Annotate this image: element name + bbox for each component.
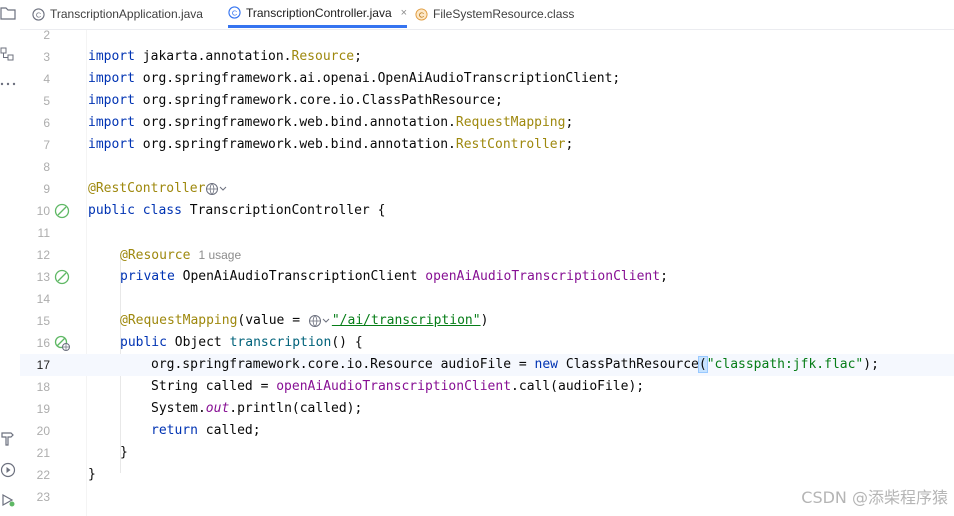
line-number: 20 xyxy=(36,424,50,438)
tab-label: TranscriptionApplication.java xyxy=(50,7,203,21)
code-line[interactable]: 19 System.out.println(called); xyxy=(20,398,954,420)
svg-text:C: C xyxy=(36,10,42,19)
code-editor[interactable]: 2 3 import jakarta.annotation.Resource; … xyxy=(20,28,954,516)
code-text: @RestController xyxy=(88,178,229,200)
code-line[interactable]: 7 import org.springframework.web.bind.an… xyxy=(20,134,954,156)
code-line[interactable]: 14 xyxy=(20,288,954,310)
line-number: 21 xyxy=(36,446,50,460)
code-line[interactable]: 8 xyxy=(20,156,954,178)
code-text: System.out.println(called); xyxy=(151,401,363,416)
line-number: 22 xyxy=(36,468,50,482)
line-number: 12 xyxy=(36,248,50,262)
line-number: 8 xyxy=(43,160,50,174)
svg-text:C: C xyxy=(232,8,238,17)
line-number: 16 xyxy=(36,336,50,350)
line-number: 15 xyxy=(36,314,50,328)
line-number: 9 xyxy=(43,182,50,196)
more-tools-icon[interactable] xyxy=(0,76,16,92)
watermark: CSDN @添柴程序猿 xyxy=(801,488,948,507)
line-number: 17 xyxy=(36,358,50,372)
line-number: 7 xyxy=(43,138,50,152)
code-line[interactable]: 18 String called = openAiAudioTranscript… xyxy=(20,376,954,398)
class-file-icon: C xyxy=(415,7,428,21)
code-text: return called; xyxy=(151,423,261,438)
spring-bean-gutter-icon[interactable] xyxy=(54,203,70,219)
code-line-current[interactable]: 17 org.springframework.core.io.Resource … xyxy=(20,354,954,376)
tool-window-strip xyxy=(0,0,20,516)
code-line[interactable]: 21 } xyxy=(20,442,954,464)
code-text: import org.springframework.ai.openai.Ope… xyxy=(88,71,621,86)
code-line[interactable]: 3 import jakarta.annotation.Resource; xyxy=(20,46,954,68)
code-text: public Object transcription() { xyxy=(120,335,363,350)
web-endpoint-globe-icon[interactable] xyxy=(205,182,229,196)
code-line[interactable]: 15 @RequestMapping(value = "/ai/transcri… xyxy=(20,310,954,332)
build-hammer-icon[interactable] xyxy=(0,430,16,446)
code-line[interactable]: 11 xyxy=(20,222,954,244)
debug-run-icon[interactable] xyxy=(0,492,16,508)
code-text: String called = openAiAudioTranscription… xyxy=(151,379,645,394)
line-number: 14 xyxy=(36,292,50,306)
code-line[interactable]: 10 public class TranscriptionController … xyxy=(20,200,954,222)
line-number: 3 xyxy=(43,50,50,64)
code-line[interactable]: 20 return called; xyxy=(20,420,954,442)
code-line[interactable]: 5 import org.springframework.core.io.Cla… xyxy=(20,90,954,112)
structure-icon[interactable] xyxy=(0,46,16,62)
code-text: @Resource 1 usage xyxy=(120,248,242,263)
line-number: 4 xyxy=(43,72,50,86)
code-text: import org.springframework.web.bind.anno… xyxy=(88,137,574,152)
code-line[interactable]: 6 import org.springframework.web.bind.an… xyxy=(20,112,954,134)
line-number: 10 xyxy=(36,204,50,218)
code-text: public class TranscriptionController { xyxy=(88,203,386,218)
line-number: 11 xyxy=(37,226,50,240)
code-text: org.springframework.core.io.Resource aud… xyxy=(151,356,879,373)
tab-label: FileSystemResource.class xyxy=(433,7,575,21)
code-line[interactable]: 12 @Resource 1 usage xyxy=(20,244,954,266)
code-line[interactable]: 9 @RestController xyxy=(20,178,954,200)
code-line[interactable]: 4 import org.springframework.ai.openai.O… xyxy=(20,68,954,90)
line-number: 19 xyxy=(36,402,50,416)
line-number: 18 xyxy=(36,380,50,394)
code-text: @RequestMapping(value = "/ai/transcripti… xyxy=(120,313,489,328)
code-text: import org.springframework.core.io.Class… xyxy=(88,93,503,108)
code-text: } xyxy=(120,445,128,460)
tab-label: TranscriptionController.java xyxy=(246,5,392,20)
line-number: 13 xyxy=(36,270,50,284)
web-endpoint-globe-icon[interactable] xyxy=(308,314,332,328)
code-line[interactable]: 22 } xyxy=(20,464,954,486)
line-number: 5 xyxy=(43,94,50,108)
code-text: import jakarta.annotation.Resource; xyxy=(88,49,362,64)
line-number: 23 xyxy=(36,490,50,504)
code-text: } xyxy=(88,467,96,482)
spring-bean-gutter-icon[interactable] xyxy=(54,269,70,285)
request-mapping-gutter-icon[interactable] xyxy=(54,335,70,351)
run-icon[interactable] xyxy=(0,462,16,478)
project-folder-icon[interactable] xyxy=(0,5,16,21)
spring-class-icon: C xyxy=(32,7,45,21)
code-line[interactable]: 16 public Object transcription() { xyxy=(20,332,954,354)
spring-class-icon: C xyxy=(228,6,241,19)
code-line[interactable]: 13 private OpenAiAudioTranscriptionClien… xyxy=(20,266,954,288)
line-number: 2 xyxy=(43,28,50,42)
svg-text:C: C xyxy=(419,10,425,19)
close-tab-icon[interactable]: × xyxy=(401,7,407,19)
line-number: 6 xyxy=(43,116,50,130)
code-text: import org.springframework.web.bind.anno… xyxy=(88,115,574,130)
code-text: private OpenAiAudioTranscriptionClient o… xyxy=(120,269,668,284)
code-line[interactable]: 2 xyxy=(20,24,954,46)
usages-hint[interactable]: 1 usage xyxy=(198,248,241,262)
